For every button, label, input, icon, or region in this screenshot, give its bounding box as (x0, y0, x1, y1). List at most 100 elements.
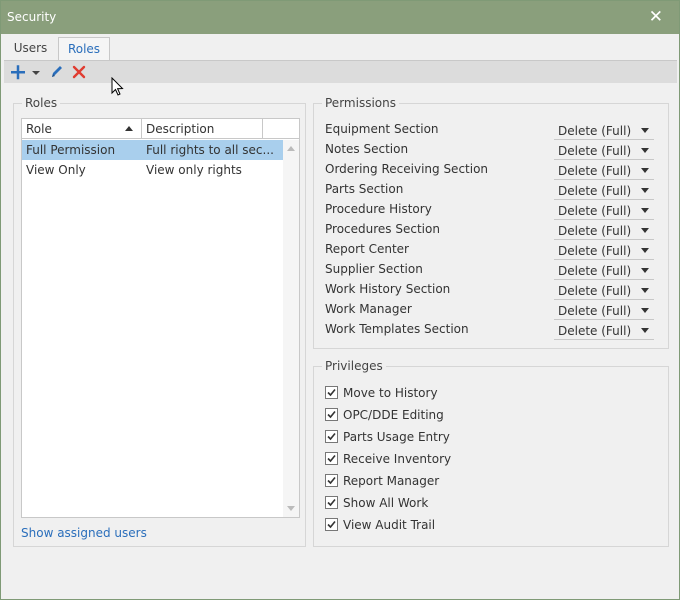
permission-label: Procedures Section (325, 222, 440, 236)
permission-label: Parts Section (325, 182, 404, 196)
privileges-group-title: Privileges (322, 359, 386, 373)
permission-row: Supplier Section Delete (Full) (325, 260, 655, 280)
chevron-down-icon (641, 208, 649, 213)
cell-role: View Only (26, 163, 86, 177)
permission-level-dropdown[interactable]: Delete (Full) (554, 181, 654, 200)
chevron-down-icon (641, 168, 649, 173)
vertical-scrollbar[interactable] (283, 140, 299, 517)
roles-group: Roles Role Description Full Permission F… (13, 96, 306, 547)
tab-roles[interactable]: Roles (58, 37, 110, 61)
chevron-down-icon (641, 328, 649, 333)
cell-role: Full Permission (26, 143, 116, 157)
privilege-label: Move to History (343, 386, 438, 400)
close-icon[interactable]: ✕ (649, 7, 663, 27)
permission-row: Report Center Delete (Full) (325, 240, 655, 260)
permission-level-value: Delete (Full) (558, 184, 632, 198)
permission-level-dropdown[interactable]: Delete (Full) (554, 281, 654, 300)
add-button[interactable] (8, 61, 42, 84)
checkmark-icon (327, 454, 336, 463)
privilege-checkbox-row[interactable]: Move to History (325, 384, 625, 402)
permission-label: Work Manager (325, 302, 412, 316)
permission-row: Work Templates Section Delete (Full) (325, 320, 655, 340)
permission-level-dropdown[interactable]: Delete (Full) (554, 321, 654, 340)
table-row[interactable]: View Only View only rights (22, 160, 283, 180)
checkmark-icon (327, 388, 336, 397)
checkbox[interactable] (325, 408, 338, 421)
privilege-checkbox-row[interactable]: Show All Work (325, 494, 625, 512)
permission-level-value: Delete (Full) (558, 264, 632, 278)
checkbox[interactable] (325, 386, 338, 399)
scroll-down-icon[interactable] (287, 506, 295, 511)
permission-label: Ordering Receiving Section (325, 162, 489, 176)
permission-level-value: Delete (Full) (558, 224, 632, 238)
privilege-checkbox-row[interactable]: Parts Usage Entry (325, 428, 625, 446)
x-icon (72, 65, 86, 79)
chevron-down-icon (641, 128, 649, 133)
cell-description: View only rights (146, 163, 242, 177)
window-title: Security (7, 10, 57, 24)
checkmark-icon (327, 432, 336, 441)
checkbox[interactable] (325, 518, 338, 531)
chevron-down-icon (641, 288, 649, 293)
column-header-description[interactable]: Description (142, 119, 263, 139)
scroll-up-icon[interactable] (287, 146, 295, 151)
title-bar: Security ✕ (1, 1, 679, 34)
checkbox[interactable] (325, 474, 338, 487)
permission-level-dropdown[interactable]: Delete (Full) (554, 141, 654, 160)
column-header-role[interactable]: Role (22, 119, 142, 139)
checkbox[interactable] (325, 430, 338, 443)
privilege-checkbox-row[interactable]: View Audit Trail (325, 516, 625, 534)
permissions-group-title: Permissions (322, 96, 399, 110)
chevron-down-icon (641, 228, 649, 233)
tab-users[interactable]: Users (4, 37, 57, 60)
permission-level-value: Delete (Full) (558, 244, 632, 258)
chevron-down-icon (641, 148, 649, 153)
roles-group-title: Roles (22, 96, 61, 110)
chevron-down-icon (641, 248, 649, 253)
permission-level-dropdown[interactable]: Delete (Full) (554, 221, 654, 240)
permission-label: Work Templates Section (325, 322, 469, 336)
permission-row: Equipment Section Delete (Full) (325, 120, 655, 140)
delete-button[interactable] (70, 61, 88, 84)
permission-level-value: Delete (Full) (558, 204, 632, 218)
security-window: Security ✕ Users Roles Roles Role Descri… (0, 0, 680, 600)
permission-row: Work Manager Delete (Full) (325, 300, 655, 320)
toolbar (4, 60, 677, 83)
permission-row: Work History Section Delete (Full) (325, 280, 655, 300)
chevron-down-icon (641, 308, 649, 313)
permission-level-dropdown[interactable]: Delete (Full) (554, 261, 654, 280)
privilege-checkbox-row[interactable]: OPC/DDE Editing (325, 406, 625, 424)
checkmark-icon (327, 498, 336, 507)
permission-level-dropdown[interactable]: Delete (Full) (554, 241, 654, 260)
checkmark-icon (327, 410, 336, 419)
privilege-label: OPC/DDE Editing (343, 408, 444, 422)
cell-description: Full rights to all sec... (146, 143, 274, 157)
checkbox[interactable] (325, 452, 338, 465)
privilege-checkbox-row[interactable]: Report Manager (325, 472, 625, 490)
roles-table-header: Role Description (22, 119, 299, 139)
permission-label: Work History Section (325, 282, 451, 296)
permission-level-value: Delete (Full) (558, 284, 632, 298)
permission-level-dropdown[interactable]: Delete (Full) (554, 201, 654, 220)
privilege-label: Receive Inventory (343, 452, 452, 466)
show-assigned-users-link[interactable]: Show assigned users (21, 526, 147, 540)
privilege-checkbox-row[interactable]: Receive Inventory (325, 450, 625, 468)
table-row[interactable]: Full Permission Full rights to all sec..… (22, 140, 283, 160)
permission-level-value: Delete (Full) (558, 304, 632, 318)
permission-label: Procedure History (325, 202, 432, 216)
permission-level-dropdown[interactable]: Delete (Full) (554, 301, 654, 320)
permission-level-value: Delete (Full) (558, 124, 632, 138)
permission-label: Report Center (325, 242, 409, 256)
checkmark-icon (327, 476, 336, 485)
column-header-role-label: Role (26, 122, 52, 136)
edit-button[interactable] (48, 61, 66, 84)
mouse-pointer-icon (111, 77, 124, 96)
permission-row: Parts Section Delete (Full) (325, 180, 655, 200)
checkbox[interactable] (325, 496, 338, 509)
permission-row: Procedure History Delete (Full) (325, 200, 655, 220)
privilege-label: Parts Usage Entry (343, 430, 450, 444)
permission-level-dropdown[interactable]: Delete (Full) (554, 161, 654, 180)
permission-label: Notes Section (325, 142, 409, 156)
permission-level-dropdown[interactable]: Delete (Full) (554, 121, 654, 140)
chevron-down-icon (641, 188, 649, 193)
